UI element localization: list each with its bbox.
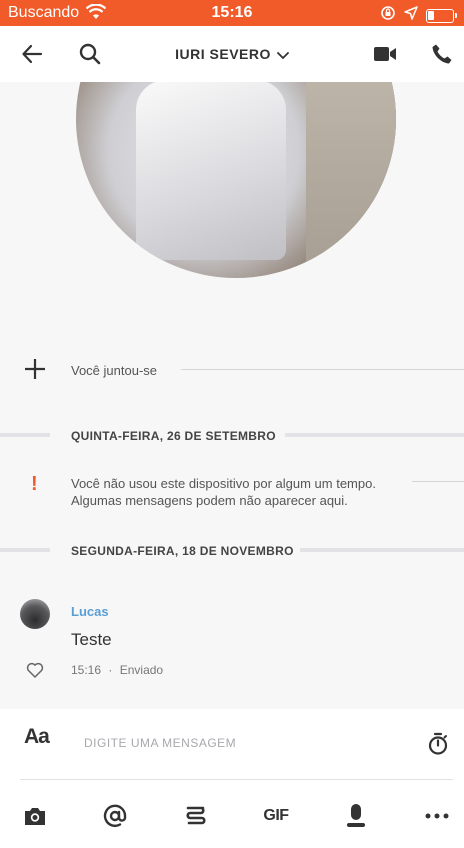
- chevron-down-icon: [276, 47, 289, 63]
- orientation-lock-icon: [380, 5, 396, 26]
- divider: [20, 779, 453, 780]
- timer-icon[interactable]: [427, 732, 449, 756]
- date-separator: SEGUNDA-FEIRA, 18 DE NOVEMBRO: [71, 544, 294, 558]
- date-separator: QUINTA-FEIRA, 26 DE SETEMBRO: [71, 429, 276, 443]
- divider: [412, 481, 464, 482]
- message-input[interactable]: [70, 728, 390, 758]
- more-icon[interactable]: [424, 803, 450, 829]
- divider: [300, 548, 464, 552]
- divider: [285, 433, 464, 437]
- gif-icon[interactable]: GIF: [263, 803, 289, 829]
- text-format-button[interactable]: Aa: [24, 725, 50, 749]
- divider: [0, 433, 50, 437]
- microphone-icon[interactable]: [343, 803, 369, 829]
- plus-icon: [24, 358, 46, 380]
- divider: [0, 548, 50, 552]
- status-bar: Buscando 15:16: [0, 0, 464, 26]
- phone-icon[interactable]: [428, 40, 456, 68]
- chat-header: IURI SEVERO: [0, 26, 464, 82]
- video-call-icon[interactable]: [371, 40, 399, 68]
- avatar[interactable]: [20, 599, 50, 629]
- message-text[interactable]: Teste: [71, 630, 112, 650]
- camera-icon[interactable]: [22, 803, 48, 829]
- conversation-name: IURI SEVERO: [175, 46, 271, 62]
- message-time: 15:16: [71, 663, 102, 677]
- message-status: Enviado: [119, 663, 164, 677]
- warning-line: Algumas mensagens podem não aparecer aqu…: [71, 493, 348, 508]
- sketch-icon[interactable]: [183, 803, 209, 829]
- warning-icon: !: [31, 473, 38, 495]
- meta-separator: ·: [108, 663, 113, 677]
- mention-icon[interactable]: [102, 803, 128, 829]
- conversation-area[interactable]: [0, 82, 464, 709]
- joined-text: Você juntou-se: [71, 363, 158, 378]
- divider: [181, 369, 464, 370]
- message-meta: 15:16 · Enviado: [71, 663, 163, 677]
- warning-message: Você não usou este dispositivo por algum…: [71, 475, 376, 509]
- contact-avatar-large: [76, 82, 396, 278]
- battery-icon: [426, 8, 457, 23]
- sender-name[interactable]: Lucas: [71, 604, 109, 619]
- location-icon: [404, 6, 418, 25]
- heart-icon[interactable]: [26, 661, 44, 679]
- warning-line: Você não usou este dispositivo por algum…: [71, 476, 376, 491]
